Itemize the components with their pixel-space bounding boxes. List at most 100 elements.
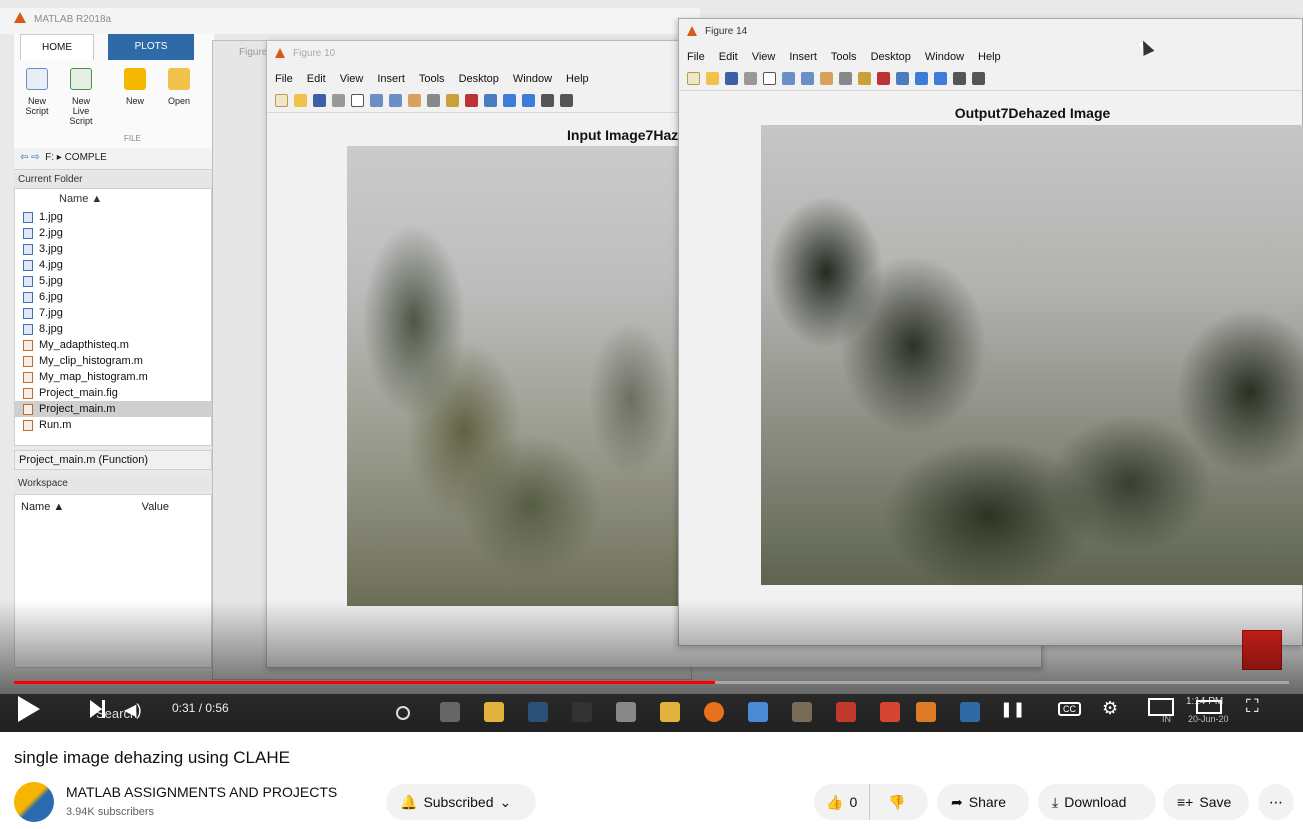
list-item[interactable]: 6.jpg (15, 289, 211, 305)
legend-icon[interactable] (522, 94, 535, 107)
list-item[interactable]: My_clip_histogram.m (15, 353, 211, 369)
workspace-col-value[interactable]: Value (142, 501, 169, 513)
app-icon-1 (528, 702, 548, 722)
share-button[interactable]: ➦ Share (937, 784, 1029, 820)
show-plot-tools-icon[interactable] (560, 94, 573, 107)
rotate-icon[interactable] (427, 94, 440, 107)
video-player[interactable]: MATLAB R2018a HOME PLOTS New Script New … (0, 0, 1303, 732)
list-item[interactable]: 3.jpg (15, 241, 211, 257)
taskbar-date: 20-Jun-20 (1188, 714, 1229, 724)
menu-edit[interactable]: Edit (307, 73, 326, 91)
hide-plot-tools-icon[interactable] (541, 94, 554, 107)
print-icon[interactable] (744, 72, 757, 85)
open-file-icon[interactable] (294, 94, 307, 107)
menu-help[interactable]: Help (978, 51, 1001, 69)
new-figure-icon[interactable] (275, 94, 288, 107)
more-actions-button[interactable]: ⋯ (1258, 784, 1294, 820)
zoom-in-icon[interactable] (370, 94, 383, 107)
save-icon[interactable] (313, 94, 326, 107)
pan-icon[interactable] (820, 72, 833, 85)
menu-view[interactable]: View (752, 51, 776, 69)
tab-plots[interactable]: PLOTS (108, 34, 194, 60)
settings-gear-icon[interactable]: ⚙ (1102, 698, 1118, 719)
list-item[interactable]: 5.jpg (15, 273, 211, 289)
nav-arrows-icon[interactable]: ⇦ ⇨ (20, 152, 42, 163)
figure-window-output[interactable]: Figure 14 File Edit View Insert Tools De… (678, 18, 1303, 646)
current-folder-panel[interactable]: Name ▲ 1.jpg 2.jpg 3.jpg 4.jpg 5.jpg 6.jpg 7.j… (14, 188, 212, 446)
play-icon[interactable] (18, 696, 40, 722)
menu-desktop[interactable]: Desktop (459, 73, 499, 91)
subscribe-button[interactable]: 🔔 Subscribed ⌄ (386, 784, 536, 820)
next-video-button[interactable] (90, 700, 106, 718)
volume-icon[interactable]: ◀) (124, 700, 150, 720)
save-button[interactable]: ≡+ Save (1163, 784, 1249, 820)
channel-avatar[interactable] (14, 782, 54, 822)
list-item[interactable]: 2.jpg (15, 225, 211, 241)
zoom-out-icon[interactable] (389, 94, 402, 107)
pan-icon[interactable] (408, 94, 421, 107)
show-plot-tools-icon[interactable] (972, 72, 985, 85)
like-button[interactable]: 👍 0 (814, 784, 871, 820)
captions-icon[interactable]: CC (1058, 702, 1081, 716)
zoom-out-icon[interactable] (801, 72, 814, 85)
new-live-script-button[interactable]: New Live Script (60, 68, 102, 132)
link-icon[interactable] (896, 72, 909, 85)
hide-plot-tools-icon[interactable] (953, 72, 966, 85)
data-cursor-icon[interactable] (446, 94, 459, 107)
theater-mode-icon[interactable] (1196, 700, 1222, 714)
menu-file[interactable]: File (275, 73, 293, 91)
channel-name[interactable]: MATLAB ASSIGNMENTS AND PROJECTS (66, 784, 337, 800)
menu-desktop[interactable]: Desktop (871, 51, 911, 69)
pointer-icon[interactable] (351, 94, 364, 107)
new-figure-icon[interactable] (687, 72, 700, 85)
figure-output-toolbar (679, 69, 1302, 91)
list-item[interactable]: Project_main.m (15, 401, 211, 417)
fullscreen-icon[interactable]: ⛶ (1246, 696, 1259, 717)
list-item[interactable]: My_map_histogram.m (15, 369, 211, 385)
data-cursor-icon[interactable] (858, 72, 871, 85)
legend-icon[interactable] (934, 72, 947, 85)
list-item[interactable]: 8.jpg (15, 321, 211, 337)
new-button[interactable]: New (114, 68, 156, 132)
address-bar[interactable]: ⇦ ⇨ F: ▸ COMPLE (14, 148, 214, 170)
file-name: Run.m (39, 419, 72, 431)
menu-edit[interactable]: Edit (719, 51, 738, 69)
list-item[interactable]: Run.m (15, 417, 211, 433)
list-item[interactable]: 1.jpg (15, 209, 211, 225)
menu-file[interactable]: File (687, 51, 705, 69)
save-icon[interactable] (725, 72, 738, 85)
pointer-icon[interactable] (763, 72, 776, 85)
dislike-button[interactable]: 👎 (876, 784, 917, 820)
thumbs-up-icon: 👍 (826, 793, 844, 810)
menu-window[interactable]: Window (925, 51, 964, 69)
files-column-header[interactable]: Name ▲ (15, 189, 211, 209)
download-button[interactable]: ⤓ Download (1038, 784, 1156, 820)
list-item[interactable]: 7.jpg (15, 305, 211, 321)
menu-view[interactable]: View (340, 73, 364, 91)
brush-icon[interactable] (877, 72, 890, 85)
pause-toggle-icon[interactable]: ❚❚ (1000, 700, 1025, 718)
miniplayer-icon[interactable] (1148, 698, 1174, 716)
tab-home[interactable]: HOME (20, 34, 94, 60)
workspace-col-name[interactable]: Name ▲ (21, 501, 64, 513)
brush-icon[interactable] (465, 94, 478, 107)
file-explorer-icon (484, 702, 504, 722)
open-file-icon[interactable] (706, 72, 719, 85)
link-icon[interactable] (484, 94, 497, 107)
menu-insert[interactable]: Insert (789, 51, 817, 69)
colorbar-icon[interactable] (503, 94, 516, 107)
zoom-in-icon[interactable] (782, 72, 795, 85)
list-item[interactable]: My_adapthisteq.m (15, 337, 211, 353)
list-item[interactable]: Project_main.fig (15, 385, 211, 401)
menu-tools[interactable]: Tools (831, 51, 857, 69)
menu-tools[interactable]: Tools (419, 73, 445, 91)
list-item[interactable]: 4.jpg (15, 257, 211, 273)
print-icon[interactable] (332, 94, 345, 107)
menu-help[interactable]: Help (566, 73, 589, 91)
open-button[interactable]: Open (158, 68, 200, 132)
rotate-icon[interactable] (839, 72, 852, 85)
menu-window[interactable]: Window (513, 73, 552, 91)
menu-insert[interactable]: Insert (377, 73, 405, 91)
new-script-button[interactable]: New Script (16, 68, 58, 132)
colorbar-icon[interactable] (915, 72, 928, 85)
